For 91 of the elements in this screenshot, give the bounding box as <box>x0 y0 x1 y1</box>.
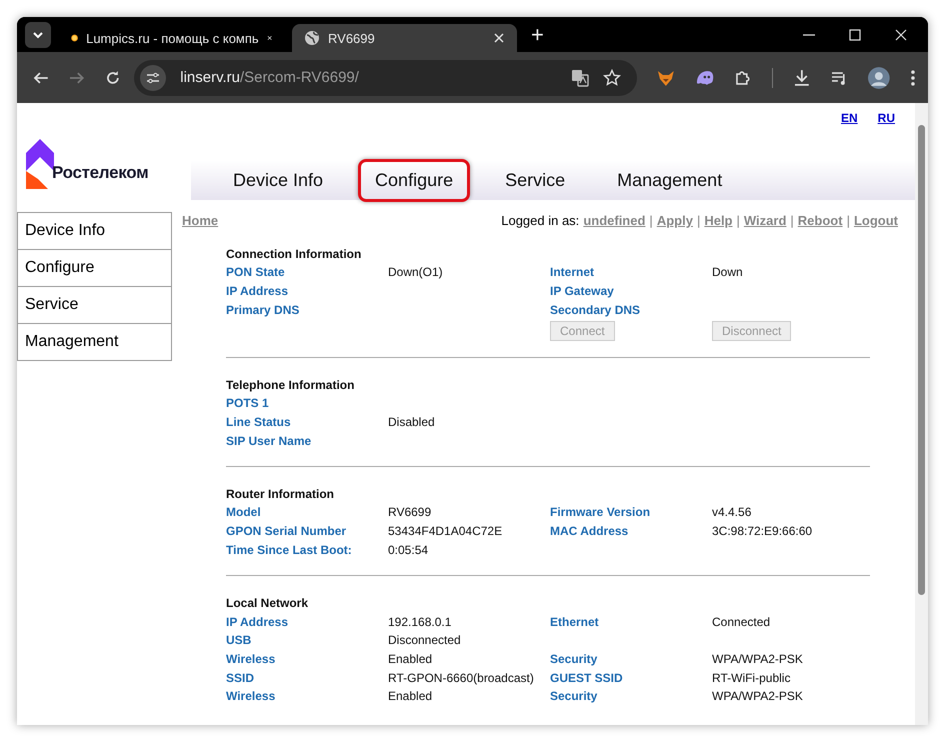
chevron-down-icon[interactable] <box>25 22 51 48</box>
field-value: v4.4.56 <box>712 505 752 520</box>
field-label: IP Address <box>226 614 288 629</box>
section-title: Telephone Information <box>226 378 356 392</box>
field-label: Security <box>550 689 598 704</box>
header-link[interactable]: undefined <box>583 213 646 233</box>
field-value: Disconnected <box>388 633 461 648</box>
field-value: 53434F4D1A04C72E <box>388 524 502 538</box>
field-value: RT-WiFi-public <box>712 670 790 685</box>
site-settings-icon[interactable] <box>140 64 166 90</box>
field-label: Line Status <box>226 415 291 430</box>
field-value: RT-GPON-6660(broadcast) <box>388 670 534 685</box>
browser-tab[interactable]: Lumpics.ru - помощь с компь <box>59 24 284 52</box>
logged-in-label: Logged in as: <box>501 213 580 230</box>
field-label: USB <box>226 633 252 648</box>
avatar-icon[interactable] <box>868 66 890 88</box>
field-value: 3C:98:72:E9:66:60 <box>712 524 812 538</box>
field-label: Time Since Last Boot: <box>226 542 352 557</box>
translate-icon[interactable] <box>570 68 589 86</box>
maximize-icon[interactable] <box>848 28 862 42</box>
back-arrow-icon[interactable] <box>33 70 49 86</box>
top-nav-tab[interactable]: Device Info <box>216 158 340 202</box>
menu-icon[interactable] <box>910 68 916 86</box>
header-link[interactable]: Reboot <box>798 213 843 233</box>
download-icon[interactable] <box>792 68 811 86</box>
field-value: Down <box>712 265 743 280</box>
header-link[interactable]: Wizard <box>744 213 786 233</box>
star-icon[interactable] <box>602 68 621 86</box>
browser-tab[interactable]: RV6699 <box>292 24 517 52</box>
field-label: PON State <box>226 265 285 280</box>
field-value: Down(O1) <box>388 265 443 280</box>
fox-icon[interactable] <box>656 68 675 86</box>
top-nav-tab[interactable]: Management <box>600 158 740 202</box>
field-label: Ethernet <box>550 614 599 629</box>
field-label: Security <box>550 652 598 666</box>
language-link[interactable]: RU <box>878 111 895 133</box>
logo-text: Ростелеком <box>52 163 148 183</box>
field-label: GPON Serial Number <box>226 524 346 538</box>
field-label: GUEST SSID <box>550 670 623 685</box>
close-icon[interactable] <box>894 28 908 42</box>
field-value: Disabled <box>388 415 435 430</box>
side-nav-item[interactable]: Device Info <box>17 212 172 250</box>
puzzle-icon[interactable] <box>734 68 752 86</box>
home-link[interactable]: Home <box>182 213 218 233</box>
link-separator: | <box>696 213 700 230</box>
header-link[interactable]: Help <box>704 213 732 233</box>
field-value: Connected <box>712 614 770 629</box>
section-title: Connection Information <box>226 247 362 261</box>
scrollbar-thumb[interactable] <box>918 125 925 595</box>
field-label: Secondary DNS <box>550 302 640 317</box>
field-value: RV6699 <box>388 505 432 520</box>
header-link[interactable]: Apply <box>656 213 693 233</box>
top-nav-tab[interactable]: Service <box>488 158 582 202</box>
section-title: Local Network <box>226 596 310 610</box>
forward-arrow-icon[interactable] <box>68 70 84 86</box>
link-separator: | <box>736 213 740 230</box>
reload-icon[interactable] <box>104 70 120 86</box>
field-value: Enabled <box>388 689 432 704</box>
field-label: POTS 1 <box>226 396 269 410</box>
field-value: WPA/WPA2-PSK <box>712 652 803 666</box>
header-link[interactable]: Logout <box>854 213 898 233</box>
field-label: Wireless <box>226 689 276 704</box>
close-icon[interactable] <box>493 32 505 44</box>
link-separator: | <box>846 213 850 230</box>
side-nav-item[interactable]: Service <box>17 286 172 324</box>
field-value: WPA/WPA2-PSK <box>712 689 803 704</box>
side-nav-item[interactable]: Management <box>17 323 172 361</box>
link-separator: | <box>790 213 794 230</box>
field-label: Internet <box>550 265 594 280</box>
field-label: SIP User Name <box>226 434 312 448</box>
scrollbar[interactable] <box>915 103 928 725</box>
field-label: Firmware Version <box>550 505 650 520</box>
field-label: Model <box>226 505 261 520</box>
ghost-icon[interactable] <box>694 68 714 86</box>
field-label: Primary DNS <box>226 302 300 317</box>
field-label: IP Address <box>226 284 288 298</box>
field-label: Wireless <box>226 652 276 666</box>
link-separator: | <box>649 213 653 230</box>
field-label: SSID <box>226 670 254 685</box>
field-value: Enabled <box>388 652 432 666</box>
language-link[interactable]: EN <box>840 111 858 133</box>
field-label: MAC Address <box>550 524 628 538</box>
section-title: Router Information <box>226 487 335 502</box>
side-nav-item[interactable]: Configure <box>17 249 172 287</box>
globe-icon <box>304 30 320 46</box>
top-nav-tab[interactable]: Configure <box>358 158 470 202</box>
field-label: IP Gateway <box>550 284 614 298</box>
field-value: 192.168.0.1 <box>388 614 452 629</box>
field-value: 0:05:54 <box>388 542 428 557</box>
new-tab-button[interactable]: + <box>525 22 550 48</box>
address-bar[interactable]: linserv.ru/Sercom-RV6699/ <box>134 60 637 96</box>
